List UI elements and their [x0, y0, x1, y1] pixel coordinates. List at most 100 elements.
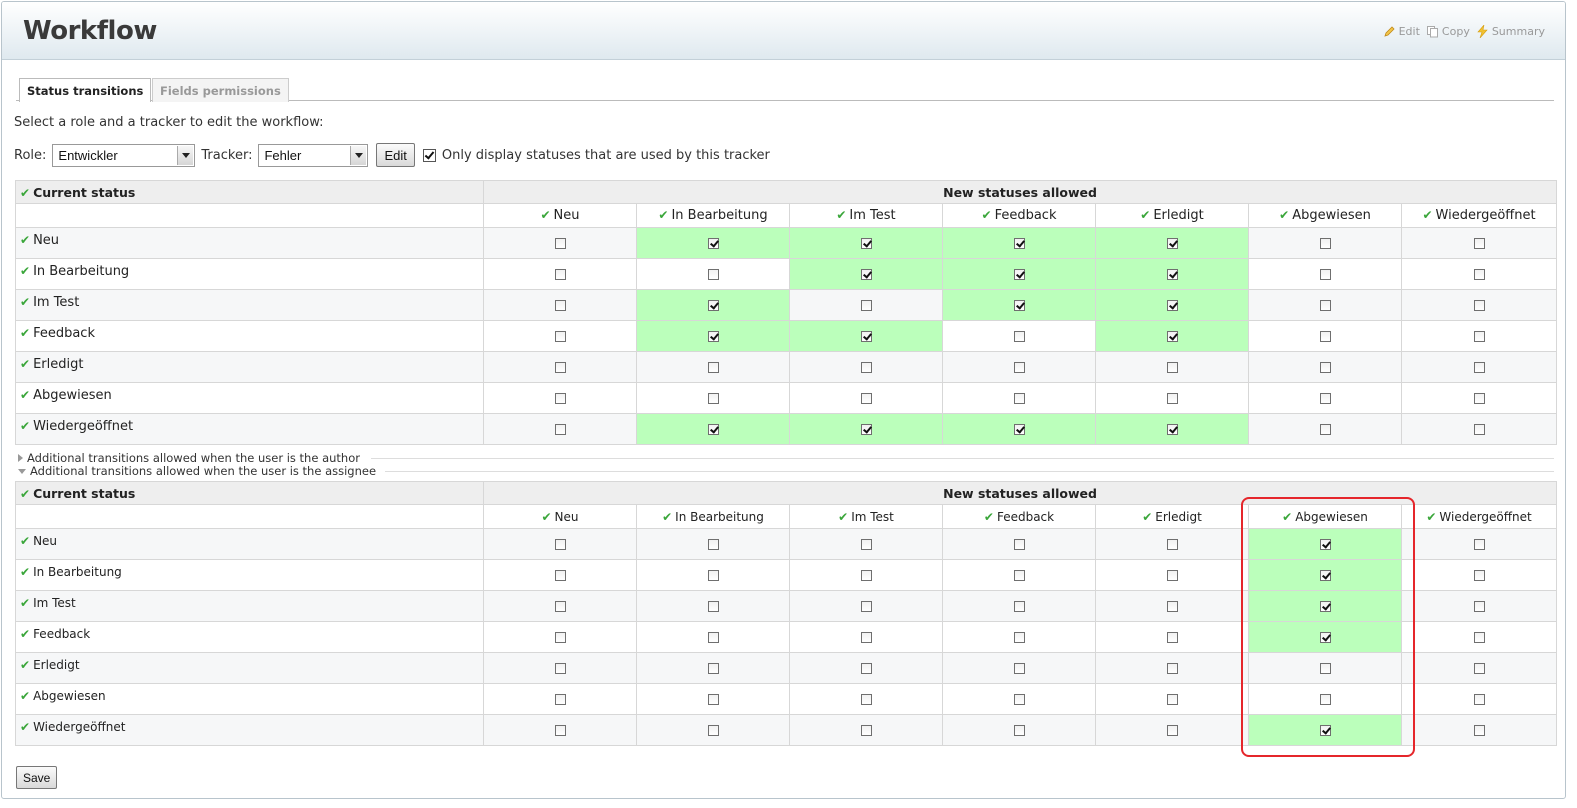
- transition-checkbox[interactable]: [1473, 662, 1485, 674]
- transition-checkbox[interactable]: [1473, 268, 1485, 280]
- transition-checkbox[interactable]: [1013, 693, 1025, 705]
- transition-checkbox[interactable]: [554, 423, 566, 435]
- transition-checkbox[interactable]: [707, 569, 719, 581]
- transition-checkbox[interactable]: [1166, 392, 1178, 404]
- transition-checkbox[interactable]: [707, 724, 719, 736]
- transition-checkbox[interactable]: [1319, 299, 1331, 311]
- column-header[interactable]: ✔ Im Test: [789, 203, 943, 228]
- column-header[interactable]: ✔ Feedback: [942, 504, 1096, 529]
- transition-checkbox[interactable]: [707, 538, 719, 550]
- transition-checkbox[interactable]: [1013, 423, 1025, 435]
- transition-checkbox[interactable]: [707, 600, 719, 612]
- column-header[interactable]: ✔ Wiedergeöffnet: [1400, 504, 1558, 529]
- column-header[interactable]: ✔ In Bearbeitung: [636, 504, 790, 529]
- transition-checkbox[interactable]: [1166, 268, 1178, 280]
- transition-checkbox[interactable]: [1473, 724, 1485, 736]
- edit-button[interactable]: Edit: [376, 143, 415, 167]
- row-header[interactable]: ✔ Im Test: [15, 590, 484, 622]
- transition-checkbox[interactable]: [707, 693, 719, 705]
- transition-checkbox[interactable]: [1166, 724, 1178, 736]
- transition-checkbox[interactable]: [1319, 268, 1331, 280]
- transition-checkbox[interactable]: [1166, 361, 1178, 373]
- transition-checkbox[interactable]: [554, 361, 566, 373]
- transition-checkbox[interactable]: [554, 631, 566, 643]
- transition-checkbox[interactable]: [1013, 600, 1025, 612]
- row-header[interactable]: ✔ Erledigt: [15, 652, 484, 684]
- transition-checkbox[interactable]: [1473, 392, 1485, 404]
- transition-checkbox[interactable]: [707, 330, 719, 342]
- transition-checkbox[interactable]: [860, 268, 872, 280]
- transition-checkbox[interactable]: [1319, 330, 1331, 342]
- transition-checkbox[interactable]: [860, 361, 872, 373]
- transition-checkbox[interactable]: [1473, 299, 1485, 311]
- transition-checkbox[interactable]: [1473, 631, 1485, 643]
- transition-checkbox[interactable]: [707, 268, 719, 280]
- save-button[interactable]: Save: [16, 766, 58, 789]
- only-used-checkbox[interactable]: [422, 148, 436, 162]
- transition-checkbox[interactable]: [1013, 361, 1025, 373]
- transition-checkbox[interactable]: [554, 538, 566, 550]
- transition-checkbox[interactable]: [1013, 724, 1025, 736]
- transition-checkbox[interactable]: [554, 392, 566, 404]
- transition-checkbox[interactable]: [860, 330, 872, 342]
- row-header[interactable]: ✔ Erledigt: [15, 351, 484, 383]
- transition-checkbox[interactable]: [1319, 392, 1331, 404]
- transition-checkbox[interactable]: [1013, 330, 1025, 342]
- transition-checkbox[interactable]: [554, 569, 566, 581]
- transition-checkbox[interactable]: [1166, 423, 1178, 435]
- edit-link[interactable]: Edit: [1383, 25, 1420, 38]
- transition-checkbox[interactable]: [707, 392, 719, 404]
- assignee-transitions-toggle[interactable]: Additional transitions allowed when the …: [18, 464, 1554, 478]
- tracker-select[interactable]: Fehler: [258, 143, 369, 167]
- column-header[interactable]: ✔ Im Test: [789, 504, 943, 529]
- row-header[interactable]: ✔ Wiedergeöffnet: [15, 413, 484, 445]
- column-header[interactable]: ✔ Wiedergeöffnet: [1400, 203, 1558, 228]
- copy-link[interactable]: Copy: [1426, 25, 1470, 38]
- current-status-header[interactable]: ✔ Current status: [15, 481, 484, 505]
- transition-checkbox[interactable]: [1319, 423, 1331, 435]
- transition-checkbox[interactable]: [860, 299, 872, 311]
- column-header[interactable]: ✔ Abgewiesen: [1248, 504, 1402, 529]
- transition-checkbox[interactable]: [707, 423, 719, 435]
- transition-checkbox[interactable]: [860, 724, 872, 736]
- transition-checkbox[interactable]: [1013, 392, 1025, 404]
- column-header[interactable]: ✔ In Bearbeitung: [636, 203, 790, 228]
- column-header[interactable]: ✔ Feedback: [942, 203, 1096, 228]
- transition-checkbox[interactable]: [1013, 299, 1025, 311]
- transition-checkbox[interactable]: [1473, 569, 1485, 581]
- transition-checkbox[interactable]: [1166, 631, 1178, 643]
- transition-checkbox[interactable]: [1013, 268, 1025, 280]
- transition-checkbox[interactable]: [707, 237, 719, 249]
- transition-checkbox[interactable]: [1319, 237, 1331, 249]
- transition-checkbox[interactable]: [1013, 538, 1025, 550]
- column-header[interactable]: ✔ Neu: [483, 203, 637, 228]
- transition-checkbox[interactable]: [1166, 569, 1178, 581]
- transition-checkbox[interactable]: [860, 538, 872, 550]
- row-header[interactable]: ✔ Feedback: [15, 320, 484, 352]
- transition-checkbox[interactable]: [1166, 538, 1178, 550]
- transition-checkbox[interactable]: [1013, 662, 1025, 674]
- transition-checkbox[interactable]: [554, 600, 566, 612]
- transition-checkbox[interactable]: [1166, 237, 1178, 249]
- transition-checkbox[interactable]: [554, 268, 566, 280]
- transition-checkbox[interactable]: [1473, 693, 1485, 705]
- transition-checkbox[interactable]: [1473, 600, 1485, 612]
- transition-checkbox[interactable]: [1166, 299, 1178, 311]
- transition-checkbox[interactable]: [1319, 724, 1331, 736]
- row-header[interactable]: ✔ Abgewiesen: [15, 382, 484, 414]
- tab-fields-permissions[interactable]: Fields permissions: [152, 78, 289, 102]
- transition-checkbox[interactable]: [554, 237, 566, 249]
- transition-checkbox[interactable]: [860, 600, 872, 612]
- transition-checkbox[interactable]: [860, 693, 872, 705]
- row-header[interactable]: ✔ Neu: [15, 227, 484, 259]
- transition-checkbox[interactable]: [1473, 361, 1485, 373]
- transition-checkbox[interactable]: [707, 662, 719, 674]
- transition-checkbox[interactable]: [1319, 662, 1331, 674]
- transition-checkbox[interactable]: [1319, 569, 1331, 581]
- column-header[interactable]: ✔ Erledigt: [1095, 203, 1249, 228]
- column-header[interactable]: ✔ Neu: [483, 504, 637, 529]
- transition-checkbox[interactable]: [707, 631, 719, 643]
- transition-checkbox[interactable]: [1473, 423, 1485, 435]
- transition-checkbox[interactable]: [860, 423, 872, 435]
- transition-checkbox[interactable]: [554, 724, 566, 736]
